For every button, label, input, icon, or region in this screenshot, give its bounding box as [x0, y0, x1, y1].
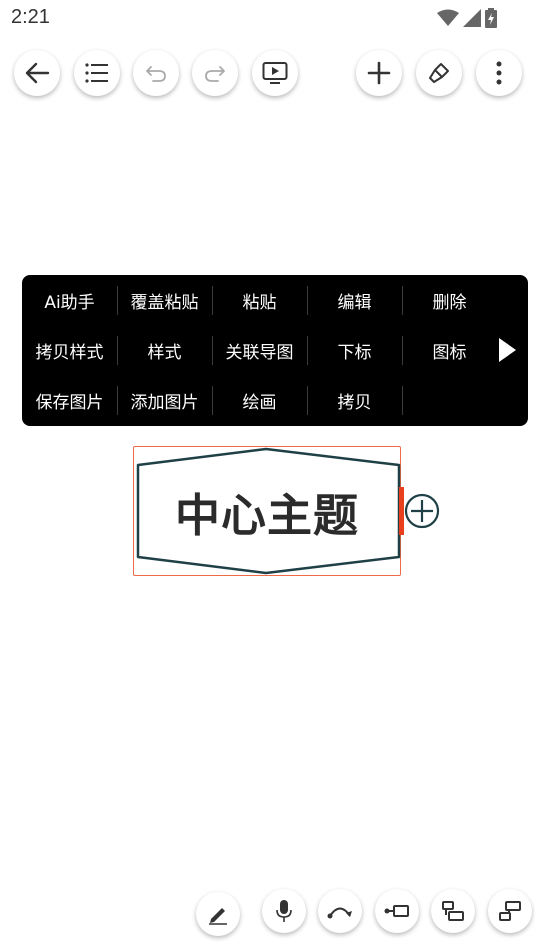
present-button[interactable] [252, 50, 298, 96]
status-time: 2:21 [11, 6, 50, 28]
add-button[interactable] [356, 50, 402, 96]
menu-item-draw[interactable]: 绘画 [212, 375, 307, 425]
battery-icon [485, 8, 497, 28]
menu-item-paste[interactable]: 粘贴 [212, 275, 307, 325]
microphone-icon [276, 900, 292, 922]
format-brush-button[interactable] [416, 50, 462, 96]
draw-button[interactable] [196, 892, 240, 936]
add-parent-button[interactable] [488, 889, 532, 933]
triangle-right-icon [499, 338, 516, 362]
relation-button[interactable] [318, 889, 362, 933]
menu-item-ai-assistant[interactable]: Ai助手 [22, 275, 117, 325]
add-child-button[interactable] [375, 889, 419, 933]
context-menu-row: 拷贝样式 样式 关联导图 下标 图标 [22, 325, 528, 375]
menu-item-icon[interactable]: 图标 [402, 325, 497, 375]
menu-item-delete[interactable]: 删除 [402, 275, 497, 325]
relation-curve-icon [327, 907, 352, 919]
pencil-icon [209, 908, 227, 925]
undo-button[interactable] [133, 50, 179, 96]
menu-item-overwrite-paste[interactable]: 覆盖粘贴 [117, 275, 212, 325]
menu-item-edit[interactable]: 编辑 [307, 275, 402, 325]
status-icons [437, 8, 497, 28]
add-child-node-icon [384, 905, 409, 917]
menu-divider [402, 386, 403, 415]
back-icon [25, 62, 50, 84]
redo-button[interactable] [192, 50, 238, 96]
present-icon [262, 62, 288, 84]
menu-item-copy[interactable]: 拷贝 [307, 375, 402, 425]
context-menu: Ai助手 覆盖粘贴 粘贴 编辑 删除 拷贝样式 样式 关联导图 下标 图标 保存… [22, 275, 528, 426]
add-sibling-node-icon [442, 901, 464, 921]
central-topic-text[interactable]: 中心主题 [134, 470, 400, 552]
menu-item-style[interactable]: 样式 [117, 325, 212, 375]
voice-button[interactable] [262, 889, 306, 933]
menu-item-link-map[interactable]: 关联导图 [212, 325, 307, 375]
redo-icon [205, 66, 225, 82]
outline-button[interactable] [74, 50, 120, 96]
add-sibling-button[interactable] [431, 889, 475, 933]
wifi-icon [437, 9, 459, 26]
outline-list-icon [85, 63, 108, 83]
menu-item-copy-style[interactable]: 拷贝样式 [22, 325, 117, 375]
add-node-icon[interactable] [404, 493, 440, 529]
undo-icon [146, 66, 166, 82]
cell-signal-icon [463, 9, 481, 27]
context-menu-row: 保存图片 添加图片 绘画 拷贝 [22, 375, 528, 425]
menu-item-add-image[interactable]: 添加图片 [117, 375, 212, 425]
menu-item-subscript[interactable]: 下标 [307, 325, 402, 375]
context-menu-row: Ai助手 覆盖粘贴 粘贴 编辑 删除 [22, 275, 528, 325]
add-parent-node-icon [499, 901, 521, 921]
format-brush-icon [429, 63, 449, 83]
add-icon [367, 61, 391, 85]
more-vert-icon [496, 61, 502, 85]
menu-more-button[interactable] [492, 335, 522, 365]
menu-item-save-image[interactable]: 保存图片 [22, 375, 117, 425]
back-button[interactable] [14, 50, 60, 96]
more-button[interactable] [476, 50, 522, 96]
status-bar: 2:21 [0, 0, 535, 36]
